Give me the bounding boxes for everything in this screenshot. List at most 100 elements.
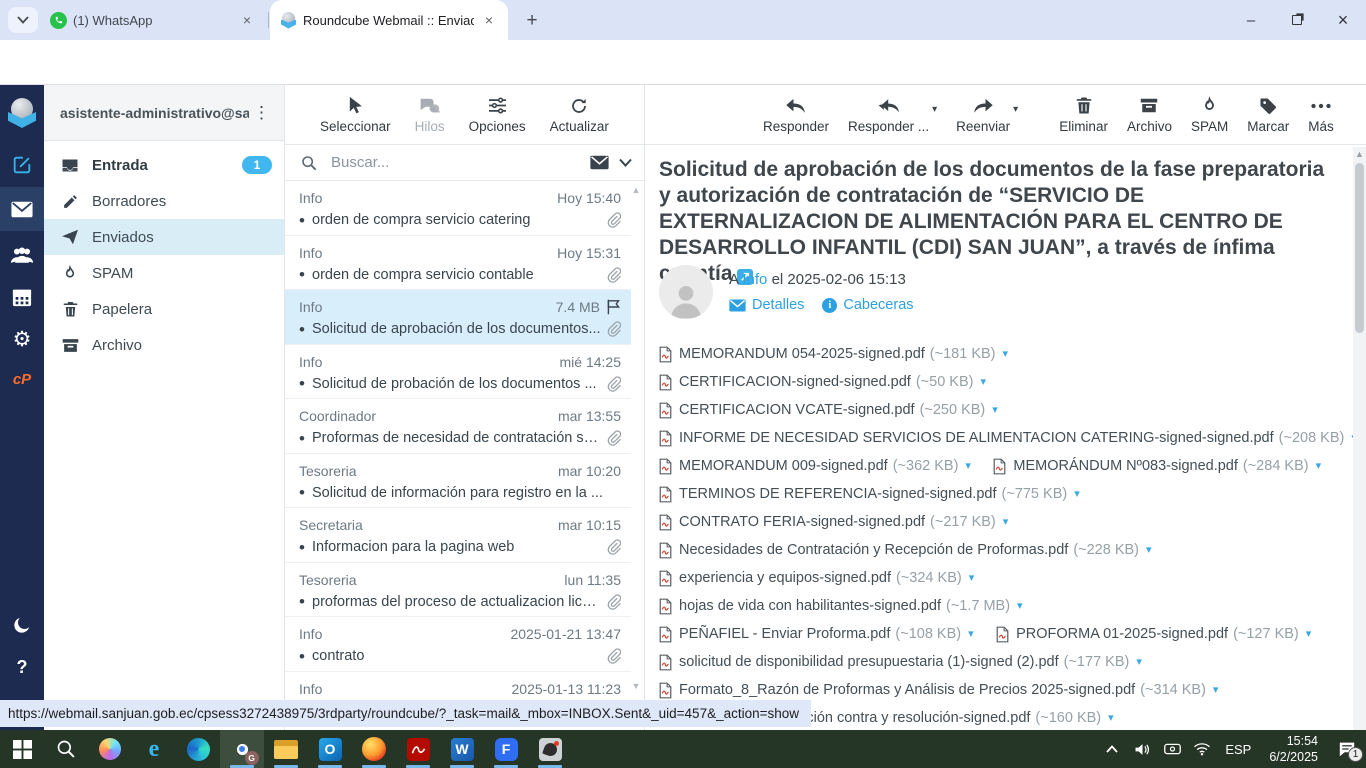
- scrollbar-thumb[interactable]: [1355, 163, 1364, 333]
- reply-all-button[interactable]: Responder ...: [848, 96, 929, 134]
- taskbar-firefox-icon[interactable]: [352, 730, 396, 768]
- search-input[interactable]: [329, 153, 590, 172]
- sidebar-item-borradores[interactable]: Borradores: [44, 183, 284, 219]
- taskbar-f-app-icon[interactable]: F: [484, 730, 528, 768]
- message-list-item[interactable]: Info Hoy 15:31 • orden de compra servici…: [285, 236, 631, 290]
- select-button[interactable]: Seleccionar: [320, 96, 391, 134]
- cpanel-icon[interactable]: cP: [0, 359, 44, 399]
- delete-button[interactable]: Eliminar: [1059, 96, 1108, 134]
- reply-all-menu-caret[interactable]: ▾: [932, 104, 937, 115]
- attachment-item[interactable]: CERTIFICACION VCATE-signed.pdf (~250 KB)…: [659, 396, 998, 424]
- clock[interactable]: 15:54 6/2/2025: [1259, 733, 1328, 766]
- attachment-menu-caret[interactable]: ▾: [1003, 340, 1009, 368]
- sidebar-item-entrada[interactable]: Entrada 1: [44, 147, 284, 183]
- attachment-item[interactable]: CONTRATO FERIA-signed-signed.pdf (~217 K…: [659, 508, 1008, 536]
- attachment-menu-caret[interactable]: ▾: [992, 396, 998, 424]
- attachment-name[interactable]: solicitud de disponibilidad presupuestar…: [679, 648, 1059, 676]
- sidebar-item-enviados[interactable]: Enviados: [44, 219, 284, 255]
- sidebar-item-archivo[interactable]: Archivo: [44, 327, 284, 363]
- taskbar-copilot-icon[interactable]: [88, 730, 132, 768]
- attachment-menu-caret[interactable]: ▾: [1108, 704, 1114, 732]
- headers-toggle[interactable]: i Cabeceras: [822, 297, 914, 313]
- recipient-link[interactable]: Info: [742, 271, 767, 288]
- attachment-menu-caret[interactable]: ▾: [965, 452, 971, 480]
- scroll-up-icon[interactable]: ▲: [1353, 147, 1366, 161]
- options-button[interactable]: Opciones: [469, 96, 526, 134]
- wifi-icon[interactable]: [1187, 730, 1217, 768]
- attachment-name[interactable]: MEMORÁNDUM Nº083-signed.pdf: [1013, 452, 1237, 480]
- settings-gear-icon[interactable]: ⚙: [0, 319, 44, 359]
- message-list-item[interactable]: Tesoreria lun 11:35 • proformas del proc…: [285, 563, 631, 617]
- attachment-name[interactable]: MEMORANDUM 009-signed.pdf: [679, 452, 888, 480]
- cast-icon[interactable]: [1157, 730, 1187, 768]
- attachment-item[interactable]: PROFORMA 01-2025-signed.pdf (~127 KB) ▾: [996, 620, 1311, 648]
- taskbar-internet-explorer-icon[interactable]: e: [132, 730, 176, 768]
- close-tab-icon[interactable]: ×: [480, 11, 498, 29]
- attachment-item[interactable]: TERMINOS DE REFERENCIA-signed-signed.pdf…: [659, 480, 1080, 508]
- attachment-item[interactable]: MEMORANDUM 054-2025-signed.pdf (~181 KB)…: [659, 340, 1008, 368]
- forward-button[interactable]: Reenviar: [956, 96, 1010, 134]
- attachment-name[interactable]: hojas de vida con habilitantes-signed.pd…: [679, 592, 941, 620]
- attachment-name[interactable]: Necesidades de Contratación y Recepción …: [679, 536, 1068, 564]
- taskbar-word-icon[interactable]: W: [440, 730, 484, 768]
- attachment-menu-caret[interactable]: ▾: [980, 368, 986, 396]
- attachment-item[interactable]: hojas de vida con habilitantes-signed.pd…: [659, 592, 1023, 620]
- attachment-menu-caret[interactable]: ▾: [1003, 508, 1009, 536]
- mail-icon[interactable]: [0, 187, 44, 231]
- more-button[interactable]: Más: [1308, 96, 1334, 134]
- dark-mode-moon-icon[interactable]: [0, 605, 44, 645]
- attachment-name[interactable]: CONTRATO FERIA-signed-signed.pdf: [679, 508, 925, 536]
- attachment-item[interactable]: CERTIFICACION-signed-signed.pdf (~50 KB)…: [659, 368, 986, 396]
- flag-icon[interactable]: [606, 299, 621, 315]
- attachment-item[interactable]: MEMORANDUM 009-signed.pdf (~362 KB) ▾: [659, 452, 971, 480]
- tray-expand-chevron-icon[interactable]: [1097, 730, 1127, 768]
- attachment-name[interactable]: INFORME DE NECESIDAD SERVICIOS DE ALIMEN…: [679, 424, 1274, 452]
- reply-button[interactable]: Responder: [763, 96, 829, 134]
- attachment-name[interactable]: MEMORANDUM 054-2025-signed.pdf: [679, 340, 925, 368]
- message-list-item[interactable]: Info Hoy 15:40 • orden de compra servici…: [285, 181, 631, 236]
- taskbar-outlook-icon[interactable]: O: [308, 730, 352, 768]
- attachment-name[interactable]: PROFORMA 01-2025-signed.pdf: [1016, 620, 1228, 648]
- start-button[interactable]: [0, 730, 44, 768]
- spam-button[interactable]: SPAM: [1191, 96, 1228, 134]
- search-scope-mail-icon[interactable]: [590, 155, 609, 170]
- taskbar-file-explorer-icon[interactable]: [264, 730, 308, 768]
- mark-button[interactable]: Marcar: [1247, 96, 1289, 134]
- attachment-item[interactable]: experiencia y equipos-signed.pdf (~324 K…: [659, 564, 974, 592]
- language-indicator[interactable]: ESP: [1217, 742, 1259, 757]
- threads-button[interactable]: Hilos: [415, 96, 445, 134]
- tab-search-button[interactable]: [8, 7, 38, 33]
- attachment-menu-caret[interactable]: ▾: [1316, 452, 1322, 480]
- sidebar-item-spam[interactable]: SPAM: [44, 255, 284, 291]
- calendar-icon[interactable]: [0, 277, 44, 317]
- attachment-name[interactable]: TERMINOS DE REFERENCIA-signed-signed.pdf: [679, 480, 997, 508]
- taskbar-search-button[interactable]: [44, 730, 88, 768]
- close-tab-icon[interactable]: ×: [238, 11, 256, 29]
- refresh-button[interactable]: Actualizar: [550, 96, 609, 134]
- search-options-chevron-icon[interactable]: [619, 158, 632, 167]
- notification-center-icon[interactable]: 1: [1328, 730, 1366, 768]
- attachment-name[interactable]: CERTIFICACION-signed-signed.pdf: [679, 368, 911, 396]
- message-list-item[interactable]: Info 2025-01-21 13:47 • contrato: [285, 617, 631, 672]
- attachment-menu-caret[interactable]: ▾: [1213, 676, 1219, 704]
- sidebar-item-papelera[interactable]: Papelera: [44, 291, 284, 327]
- details-toggle[interactable]: Detalles: [729, 297, 804, 313]
- message-list-item[interactable]: Tesoreria mar 10:20 • Solicitud de infor…: [285, 454, 631, 508]
- message-list-item[interactable]: Info mié 14:25 • Solicitud de probación …: [285, 345, 631, 399]
- archive-button[interactable]: Archivo: [1127, 96, 1172, 134]
- message-list-item[interactable]: Coordinador mar 13:55 • Proformas de nec…: [285, 399, 631, 454]
- attachment-name[interactable]: PEÑAFIEL - Enviar Proforma.pdf: [679, 620, 890, 648]
- new-tab-button[interactable]: +: [520, 9, 544, 33]
- attachment-menu-caret[interactable]: ▾: [1017, 592, 1023, 620]
- attachment-item[interactable]: solicitud de disponibilidad presupuestar…: [659, 648, 1142, 676]
- attachment-name[interactable]: CERTIFICACION VCATE-signed.pdf: [679, 396, 915, 424]
- taskbar-edge-icon[interactable]: [176, 730, 220, 768]
- account-menu-icon[interactable]: ⋮: [249, 103, 274, 123]
- attachment-menu-caret[interactable]: ▾: [1136, 648, 1142, 676]
- taskbar-chrome-icon[interactable]: G: [220, 730, 264, 768]
- restore-button[interactable]: [1274, 0, 1320, 40]
- attachment-menu-caret[interactable]: ▾: [969, 564, 975, 592]
- forward-menu-caret[interactable]: ▾: [1013, 104, 1018, 115]
- attachment-menu-caret[interactable]: ▾: [1146, 536, 1152, 564]
- message-list-item[interactable]: Info 7.4 MB • Solicitud de aprobación de…: [285, 290, 631, 345]
